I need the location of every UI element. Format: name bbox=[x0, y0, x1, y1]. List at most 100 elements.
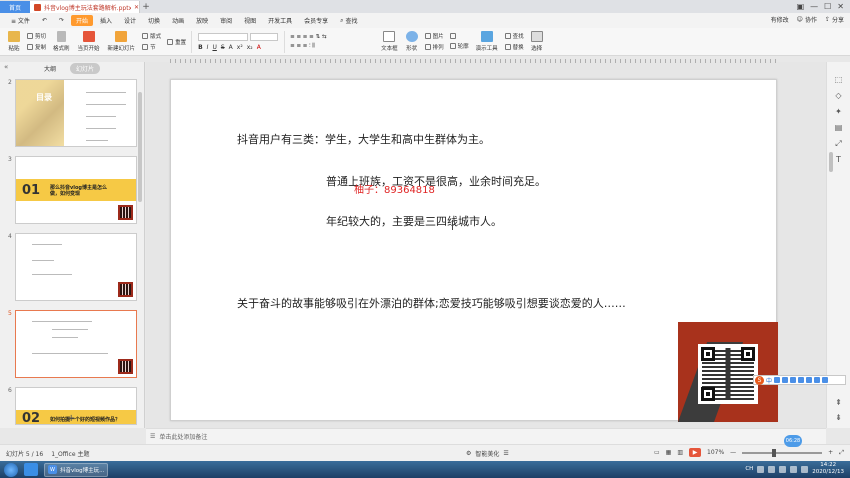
menu-home[interactable]: 开始 bbox=[71, 15, 94, 26]
tab-document[interactable]: 抖音vlog博主玩法套路解析.pptx ✕ bbox=[30, 1, 140, 13]
collaborate-button[interactable]: ☺ 协作 bbox=[797, 15, 817, 24]
find-button[interactable]: 查找 bbox=[504, 32, 524, 40]
taskbar-app-wps[interactable]: W 抖音vlog博主玩... bbox=[44, 462, 108, 477]
fit-window-icon[interactable]: ⤢ bbox=[839, 449, 844, 457]
zoom-out-icon[interactable]: — bbox=[730, 449, 736, 456]
menu-animations[interactable]: 动画 bbox=[167, 15, 189, 26]
start-button[interactable] bbox=[4, 462, 18, 477]
paragraph-indent-controls[interactable]: ≡ ≡ ≡ ⫶ ⫼ bbox=[290, 43, 374, 50]
menu-member[interactable]: 会员专享 bbox=[299, 15, 333, 26]
qr-code-graphic[interactable] bbox=[678, 322, 778, 422]
ime-toolbar[interactable]: S 中 bbox=[753, 375, 846, 385]
font-size-select[interactable] bbox=[250, 32, 279, 41]
voice-icon[interactable] bbox=[790, 377, 797, 383]
select-tool-icon[interactable]: ⬚ bbox=[833, 74, 844, 85]
menu-file[interactable]: ≡ 文件 bbox=[6, 15, 35, 26]
menu-search[interactable]: ⌕ 查找 bbox=[335, 15, 362, 26]
format-painter-button[interactable]: 格式刷 bbox=[49, 29, 74, 55]
paragraph-align-controls[interactable]: ≡ ≡ ≡ ≡ ⇅ ⇆ bbox=[290, 34, 374, 40]
font-family-select[interactable] bbox=[198, 32, 249, 41]
zoom-in-icon[interactable]: + bbox=[828, 449, 833, 456]
slide-text-line-3[interactable]: 年纪较大的，主要是三四线城市人。 bbox=[326, 213, 502, 229]
slide-text-line-4[interactable]: 关于奋斗的故事能够吸引在外漂泊的群体;恋爱技巧能够吸引想要谈恋爱的人…… bbox=[237, 295, 626, 311]
add-slide-button[interactable]: + bbox=[67, 413, 75, 424]
animation-icon[interactable]: ✦ bbox=[833, 106, 844, 117]
scroll-up-icon[interactable]: ⇞ bbox=[833, 397, 844, 408]
settings-icon[interactable] bbox=[822, 377, 829, 383]
undo-icon[interactable]: ↶ bbox=[37, 16, 52, 25]
notes-toggle-icon[interactable]: ☰ bbox=[503, 450, 508, 457]
tab-outline[interactable]: 大纲 bbox=[44, 64, 56, 73]
maximize-button[interactable]: ☐ bbox=[824, 2, 831, 11]
menu-transitions[interactable]: 切换 bbox=[143, 15, 165, 26]
replace-button[interactable]: 替换 bbox=[504, 43, 524, 51]
close-tab-icon[interactable]: ✕ bbox=[134, 4, 139, 11]
layout-button[interactable]: 版式 bbox=[142, 32, 161, 40]
play-from-current-button[interactable]: 当页开始 bbox=[74, 29, 104, 55]
outline-button[interactable]: 轮廓 bbox=[449, 42, 469, 50]
menu-view[interactable]: 视图 bbox=[239, 15, 261, 26]
tab-home[interactable]: 首页 bbox=[0, 1, 30, 13]
current-slide[interactable]: 抖音用户有三类：学生，大学生和高中生群体为主。 普通上班族，工资不是很高，业余时… bbox=[170, 79, 778, 422]
layers-icon[interactable]: ▤ bbox=[833, 122, 844, 133]
font-color-button[interactable]: A bbox=[257, 44, 261, 51]
zoom-level[interactable]: 107% bbox=[707, 449, 724, 456]
tray-language[interactable]: CH bbox=[745, 466, 753, 472]
menu-review[interactable]: 审阅 bbox=[215, 15, 237, 26]
menu-slideshow[interactable]: 放映 bbox=[191, 15, 213, 26]
reset-button[interactable]: 重置 bbox=[167, 38, 186, 46]
emoji-icon[interactable] bbox=[782, 377, 789, 383]
superscript-button[interactable]: x² bbox=[237, 44, 243, 51]
slide-text-line-1[interactable]: 抖音用户有三类：学生，大学生和高中生群体为主。 bbox=[237, 131, 490, 147]
share-button[interactable]: ⇪ 分享 bbox=[825, 15, 844, 24]
redo-icon[interactable]: ↷ bbox=[54, 16, 69, 25]
reading-view-icon[interactable]: ▥ bbox=[677, 449, 683, 456]
textbox-button[interactable]: 文本框 bbox=[377, 29, 402, 55]
transform-icon[interactable]: ⤢ bbox=[833, 138, 844, 149]
notes-bar[interactable]: ☰ 单击此处添加备注 bbox=[146, 428, 826, 444]
shape-style-icon[interactable]: ◇ bbox=[833, 90, 844, 101]
beautify-icon[interactable]: ⚙ bbox=[466, 450, 471, 457]
notes-placeholder[interactable]: 单击此处添加备注 bbox=[159, 432, 207, 441]
tray-flag-icon[interactable] bbox=[801, 465, 809, 473]
skin-icon[interactable] bbox=[806, 377, 813, 383]
copy-button[interactable]: 复制 bbox=[27, 43, 46, 51]
subscript-button[interactable]: x₂ bbox=[247, 44, 253, 51]
shape-button[interactable]: 形状 bbox=[402, 29, 422, 55]
unsaved-indicator[interactable]: 有修改 bbox=[771, 15, 789, 24]
underline-button[interactable]: U bbox=[212, 44, 216, 51]
tab-slides[interactable]: 幻灯片 bbox=[70, 62, 101, 74]
collapse-panel-icon[interactable]: « bbox=[4, 63, 8, 71]
menu-insert[interactable]: 插入 bbox=[95, 15, 117, 26]
menu-developer[interactable]: 开发工具 bbox=[263, 15, 297, 26]
tray-network-icon[interactable] bbox=[779, 465, 787, 473]
fill-button[interactable] bbox=[449, 33, 469, 39]
strikethrough-button[interactable]: S bbox=[221, 44, 225, 51]
toolbox-icon[interactable] bbox=[814, 377, 821, 383]
section-button[interactable]: 节 bbox=[142, 43, 161, 51]
slideshow-play-button[interactable]: ▶ bbox=[689, 448, 701, 457]
tray-ime-icon[interactable] bbox=[757, 465, 765, 473]
punctuation-icon[interactable] bbox=[774, 377, 781, 383]
canvas-scrollbar[interactable] bbox=[829, 152, 833, 172]
arrange-button[interactable]: 排列 bbox=[424, 43, 444, 51]
cut-button[interactable]: 剪切 bbox=[27, 32, 46, 40]
minimize-button[interactable]: — bbox=[810, 2, 818, 11]
select-button[interactable]: 选择 bbox=[527, 29, 547, 55]
sorter-view-icon[interactable]: ▦ bbox=[666, 449, 672, 456]
zoom-slider[interactable] bbox=[742, 448, 823, 457]
present-tools-button[interactable]: 演示工具 bbox=[472, 29, 502, 55]
tray-app-icon[interactable] bbox=[768, 465, 776, 473]
text-style-icon[interactable]: T bbox=[833, 154, 844, 165]
ime-language-label[interactable]: 中 bbox=[766, 376, 772, 385]
search-app-icon[interactable] bbox=[24, 463, 38, 476]
close-window-button[interactable]: ✕ bbox=[837, 2, 844, 11]
italic-button[interactable]: I bbox=[207, 44, 209, 51]
new-slide-button[interactable]: 新建幻灯片 bbox=[104, 29, 140, 55]
new-tab-button[interactable]: + bbox=[140, 1, 152, 13]
paste-button[interactable]: 粘贴 bbox=[4, 29, 24, 55]
bold-button[interactable]: B bbox=[198, 44, 203, 51]
keyboard-icon[interactable] bbox=[798, 377, 805, 383]
menu-design[interactable]: 设计 bbox=[119, 15, 141, 26]
window-layout-button[interactable]: ▣ bbox=[797, 2, 805, 11]
